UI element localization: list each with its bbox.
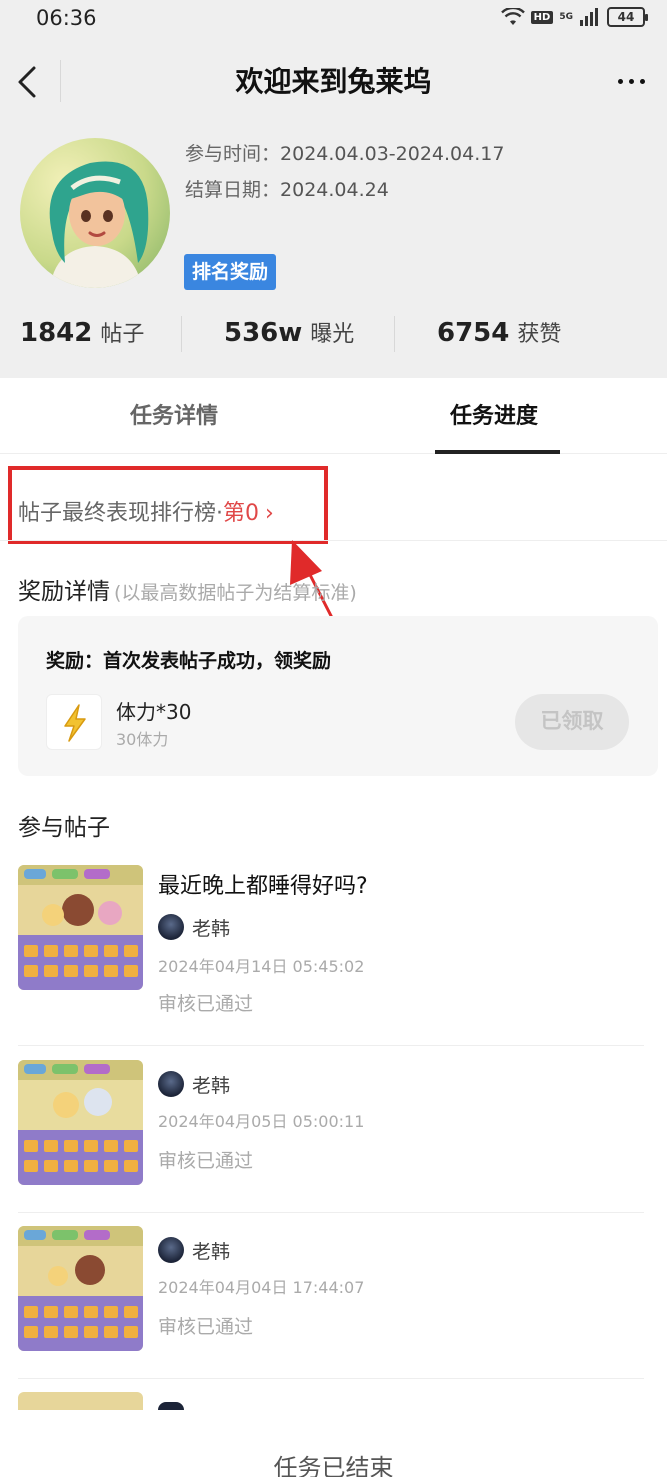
post-thumbnail <box>18 1060 143 1185</box>
post-thumbnail <box>18 1226 143 1351</box>
post-author: 老韩 <box>158 913 230 941</box>
post-time: 2024年04月04日 17:44:07 <box>158 1278 365 1297</box>
game-screenshot-icon <box>18 1226 143 1351</box>
author-name: 老韩 <box>192 1074 231 1097</box>
game-screenshot-icon <box>18 1060 143 1185</box>
post-author: 老韩 <box>158 1070 230 1098</box>
user-avatar <box>158 914 184 940</box>
reward-subtitle: 30体力 <box>116 730 169 749</box>
reward-card: 奖励：首次发表帖子成功，领奖励 体力*30 30体力 已领取 <box>18 616 658 776</box>
author-name: 老韩 <box>192 1240 231 1263</box>
author-name: 老韩 <box>192 917 231 940</box>
user-avatar <box>158 1071 184 1097</box>
post-divider <box>18 1212 644 1213</box>
user-avatar <box>158 1237 184 1263</box>
post-item[interactable]: 老韩 2024年04月04日 17:44:07 审核已通过 <box>0 1226 667 1392</box>
game-screenshot-icon <box>18 865 143 990</box>
claimed-button[interactable]: 已领取 <box>515 694 629 750</box>
posts-section-title: 参与帖子 <box>18 815 110 841</box>
reward-section-title: 奖励详情 (以最高数据帖子为结算标准) <box>18 572 357 606</box>
post-divider <box>18 1045 644 1046</box>
reward-title: 奖励：首次发表帖子成功，领奖励 <box>46 650 332 672</box>
post-time: 2024年04月14日 05:45:02 <box>158 957 365 976</box>
post-divider <box>18 1378 644 1379</box>
post-thumbnail <box>18 1392 143 1410</box>
post-author: 老韩 <box>158 1236 230 1264</box>
reward-section-hint: (以最高数据帖子为结算标准) <box>114 582 357 604</box>
post-thumbnail <box>18 865 143 990</box>
task-ended-label: 任务已结束 <box>273 1454 394 1477</box>
post-time: 2024年04月05日 05:00:11 <box>158 1112 365 1131</box>
post-title: 最近晚上都睡得好吗? <box>158 874 368 899</box>
post-item[interactable]: 最近晚上都睡得好吗? 老韩 2024年04月14日 05:45:02 审核已通过 <box>0 865 667 1031</box>
lightning-icon <box>46 694 102 750</box>
post-status: 审核已通过 <box>158 1150 254 1172</box>
user-avatar <box>158 1402 184 1410</box>
reward-name: 体力*30 <box>116 700 192 724</box>
post-item[interactable]: 老韩 2024年04月05日 05:00:11 审核已通过 <box>0 1060 667 1226</box>
post-status: 审核已通过 <box>158 993 254 1015</box>
post-status: 审核已通过 <box>158 1316 254 1338</box>
reward-section-label: 奖励详情 <box>18 579 110 605</box>
footer-bar: 任务已结束 <box>0 1410 667 1477</box>
